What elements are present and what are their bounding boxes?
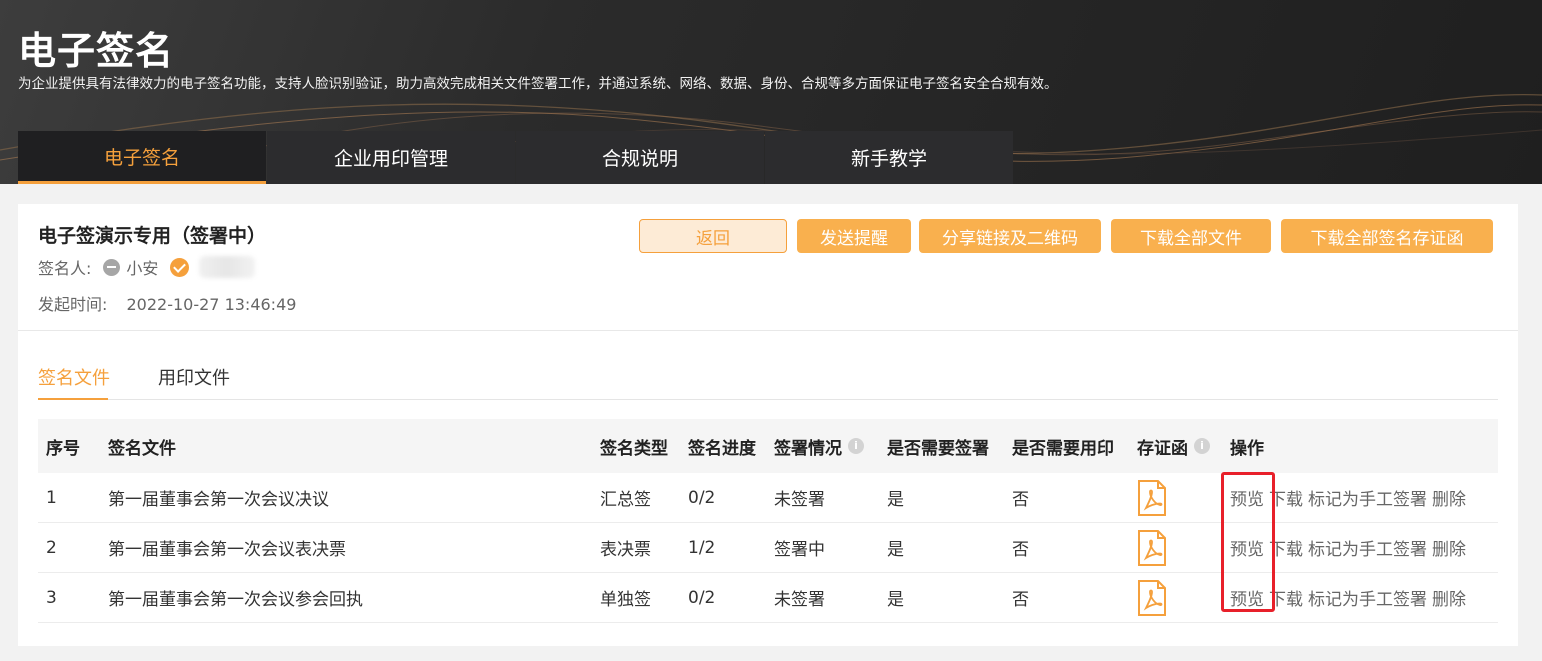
download-all-files-button[interactable]: 下载全部文件 — [1111, 219, 1271, 253]
page-description: 为企业提供具有法律效力的电子签名功能，支持人脸识别验证，助力高效完成相关文件签署… — [18, 76, 1058, 92]
preview-highlight-box — [1221, 472, 1275, 612]
header-operations: 操作 — [1230, 438, 1264, 459]
check-circle-icon — [170, 257, 190, 277]
pdf-icon[interactable] — [1137, 529, 1167, 566]
blurred-signer-name — [199, 256, 256, 278]
cell-file-name: 第一届董事会第一次会议表决票 — [108, 540, 346, 560]
delete-link[interactable]: 删除 — [1432, 535, 1466, 560]
pdf-icon[interactable] — [1137, 579, 1167, 616]
cell-index: 2 — [46, 537, 57, 558]
cell-status: 签署中 — [774, 540, 825, 560]
header-need-sign: 是否需要签署 — [887, 438, 989, 459]
table-row: 3 第一届董事会第一次会议参会回执 单独签 0/2 未签署 是 否 预览 下载 … — [38, 573, 1498, 623]
cell-sign-type: 单独签 — [600, 590, 651, 610]
cell-need-sign: 是 — [887, 540, 904, 560]
cell-sign-type: 表决票 — [600, 540, 651, 560]
cell-progress: 0/2 — [688, 487, 716, 508]
cell-index: 3 — [46, 587, 57, 608]
cell-need-seal: 否 — [1012, 540, 1029, 560]
signature-detail-card: 电子签演示专用（签署中） 签名人: 小安 发起时间: 2022-10-27 13… — [18, 204, 1518, 646]
cell-sign-type: 汇总签 — [600, 490, 651, 510]
cell-progress: 0/2 — [688, 587, 716, 608]
header-status-label: 签署情况 — [774, 438, 842, 459]
download-all-certificates-button[interactable]: 下载全部签名存证函 — [1281, 219, 1493, 253]
mark-manual-sign-link[interactable]: 标记为手工签署 — [1308, 535, 1427, 560]
back-button[interactable]: 返回 — [639, 219, 787, 253]
table-row: 2 第一届董事会第一次会议表决票 表决票 1/2 签署中 是 否 预览 下载 标… — [38, 523, 1498, 573]
header-type: 签名类型 — [600, 438, 668, 459]
cell-status: 未签署 — [774, 490, 825, 510]
cell-need-seal: 否 — [1012, 490, 1029, 510]
cell-status: 未签署 — [774, 590, 825, 610]
signer-row: 签名人: 小安 — [38, 255, 256, 279]
delete-link[interactable]: 删除 — [1432, 585, 1466, 610]
table-header: 序号 签名文件 签名类型 签名进度 签署情况 i 是否需要签署 是否需要用印 存… — [38, 419, 1498, 473]
share-link-qrcode-button[interactable]: 分享链接及二维码 — [919, 219, 1101, 253]
cell-index: 1 — [46, 487, 57, 508]
cell-file-name: 第一届董事会第一次会议参会回执 — [108, 590, 363, 610]
mark-manual-sign-link[interactable]: 标记为手工签署 — [1308, 585, 1427, 610]
subtab-active-indicator — [38, 398, 108, 400]
header-certificate: 存证函 i — [1137, 434, 1210, 459]
header-need-seal: 是否需要用印 — [1012, 438, 1114, 459]
cell-need-seal: 否 — [1012, 590, 1029, 610]
header-progress: 签名进度 — [688, 438, 756, 459]
pdf-icon[interactable] — [1137, 479, 1167, 516]
main-nav-tabs: 电子签名 企业用印管理 合规说明 新手教学 — [18, 131, 1014, 184]
tab-compliance[interactable]: 合规说明 — [516, 131, 764, 184]
files-table: 序号 签名文件 签名类型 签名进度 签署情况 i 是否需要签署 是否需要用印 存… — [38, 419, 1498, 623]
start-time-label: 发起时间: — [38, 295, 108, 314]
divider — [18, 330, 1518, 331]
info-icon[interactable]: i — [848, 438, 864, 454]
header-index: 序号 — [46, 438, 80, 459]
info-icon[interactable]: i — [1194, 438, 1210, 454]
cell-need-sign: 是 — [887, 590, 904, 610]
cell-need-sign: 是 — [887, 490, 904, 510]
minus-circle-icon — [103, 258, 121, 276]
cell-progress: 1/2 — [688, 537, 716, 558]
subtab-baseline — [38, 399, 1498, 400]
subtab-seal-files[interactable]: 用印文件 — [158, 364, 230, 390]
document-title: 电子签演示专用（签署中） — [38, 225, 267, 247]
mark-manual-sign-link[interactable]: 标记为手工签署 — [1308, 485, 1427, 510]
page-title: 电子签名 — [18, 29, 175, 73]
cell-file-name: 第一届董事会第一次会议决议 — [108, 490, 329, 510]
hero-banner: 电子签名 为企业提供具有法律效力的电子签名功能，支持人脸识别验证，助力高效完成相… — [0, 0, 1542, 184]
tab-seal-management[interactable]: 企业用印管理 — [267, 131, 515, 184]
header-status: 签署情况 i — [774, 434, 864, 459]
delete-link[interactable]: 删除 — [1432, 485, 1466, 510]
header-file: 签名文件 — [108, 438, 176, 459]
start-time-row: 发起时间: 2022-10-27 13:46:49 — [38, 291, 296, 315]
header-certificate-label: 存证函 — [1137, 438, 1188, 459]
start-time-value: 2022-10-27 13:46:49 — [126, 295, 297, 314]
send-reminder-button[interactable]: 发送提醒 — [797, 219, 911, 253]
signer-label: 签名人: — [38, 259, 92, 278]
table-row: 1 第一届董事会第一次会议决议 汇总签 0/2 未签署 是 否 预览 下载 标记… — [38, 473, 1498, 523]
signer-name: 小安 — [126, 259, 159, 278]
tab-e-signature[interactable]: 电子签名 — [18, 131, 266, 184]
subtab-sign-files[interactable]: 签名文件 — [38, 364, 110, 390]
tab-tutorial[interactable]: 新手教学 — [765, 131, 1013, 184]
